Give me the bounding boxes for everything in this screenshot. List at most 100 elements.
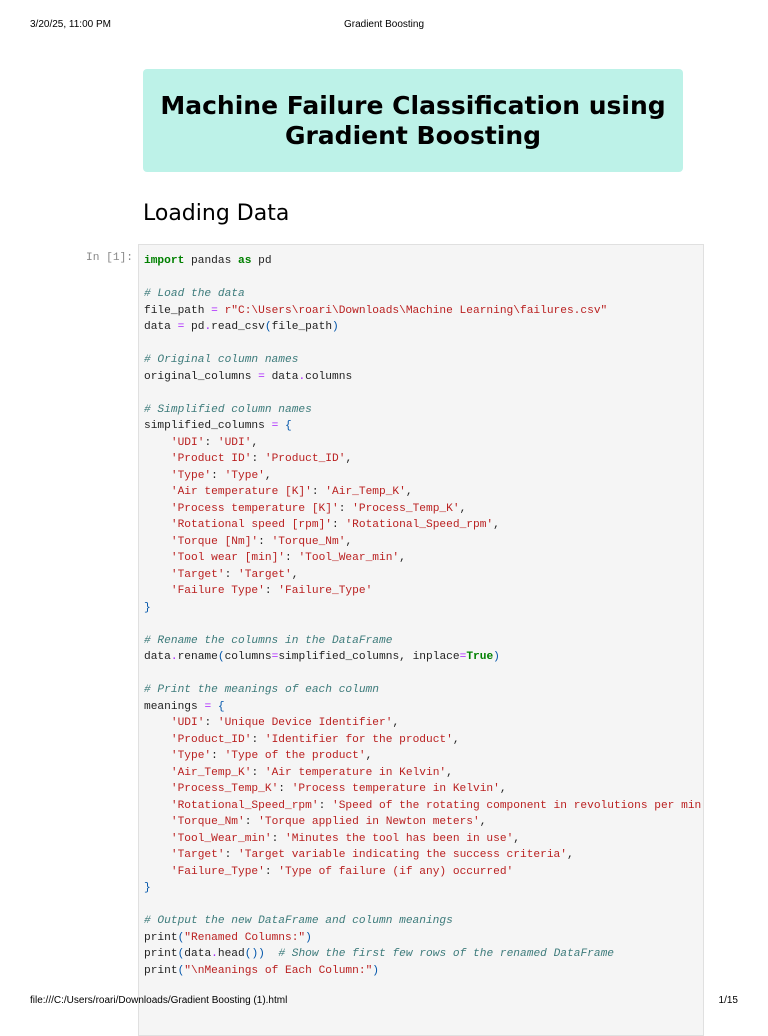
code-string: 'Torque_Nm' <box>170 816 245 828</box>
code-line: 'Process temperature [K]': 'Process_Temp… <box>170 502 467 515</box>
code-string: "\nMeanings of Each Column:" <box>184 964 373 977</box>
code-keyword: import <box>144 255 185 267</box>
code-comment: # Simplified column names <box>144 403 312 416</box>
code-line: 'Air temperature [K]': 'Air_Temp_K', <box>170 486 413 498</box>
code-line: # Output the new DataFrame and column me… <box>144 913 701 930</box>
code-string: 'Target variable indicating the success … <box>238 849 567 861</box>
title-banner: Machine Failure Classification using Gra… <box>143 69 683 172</box>
code-line: import pandas as pd <box>144 255 272 267</box>
title-line-1: Machine Failure Classification using <box>160 90 666 120</box>
code-line: 'Tool wear [min]': 'Tool_Wear_min', <box>170 552 406 564</box>
code-line: 'Air_Temp_K': 'Air temperature in Kelvin… <box>170 766 453 779</box>
code-string: 'Type' <box>224 469 265 482</box>
code-string: 'Process_Temp_K' <box>170 783 279 795</box>
code-string: 'Tool_Wear_min' <box>170 832 272 845</box>
code-line: data.rename(columns=simplified_columns, … <box>144 651 500 663</box>
code-line: # Print the meanings of each column <box>144 682 701 699</box>
code-string: 'Process temperature [K]' <box>170 502 339 515</box>
code-operator: . <box>170 651 178 663</box>
code-comment: # Load the data <box>144 288 245 300</box>
section-heading: Loading Data <box>143 201 290 226</box>
code-bracket: { <box>285 420 292 432</box>
code-line: simplified_columns = { <box>144 420 292 432</box>
code-string: 'Type of failure (if any) occurred' <box>278 865 514 878</box>
code-bracket: ) <box>493 651 500 663</box>
code-bracket: } <box>144 882 151 894</box>
code-bracket: ) <box>332 321 339 333</box>
code-operator: = <box>211 304 218 317</box>
code-string: 'Failure Type' <box>170 585 265 597</box>
code-string: 'Rotational speed [rpm]' <box>170 519 332 531</box>
code-operator: = <box>177 321 185 333</box>
code-line: 'Process_Temp_K': 'Process temperature i… <box>170 783 507 795</box>
code-string: 'Product_ID' <box>264 453 346 465</box>
code-bracket: ( <box>177 948 185 960</box>
code-string: 'Target' <box>170 849 225 861</box>
code-string: 'UDI' <box>217 436 252 449</box>
code-bracket: ( <box>217 651 225 663</box>
code-line: } <box>144 600 701 617</box>
code-string: 'Identifier for the product' <box>264 733 453 746</box>
code-operator: . <box>298 370 306 383</box>
code-line: print("\nMeanings of Each Column:") <box>144 964 379 977</box>
code-line: 'Target': 'Target', <box>170 568 299 581</box>
code-string: "Renamed Columns:" <box>184 931 306 944</box>
code-string: 'Torque applied in Newton meters' <box>258 816 480 828</box>
page-title: Machine Failure Classification using Gra… <box>160 91 665 151</box>
code-bracket: ) <box>372 964 379 977</box>
code-operator: = <box>258 370 265 383</box>
code-string: 'Minutes the tool has been in use' <box>285 832 514 845</box>
code-string: 'Rotational_Speed_rpm' <box>170 799 319 812</box>
code-string: 'Target' <box>170 568 225 581</box>
code-operator: . <box>211 948 218 960</box>
code-line: original_columns = data.columns <box>144 370 353 383</box>
code-line: 'Torque_Nm': 'Torque applied in Newton m… <box>170 816 487 828</box>
code-line: 'Target': 'Target variable indicating th… <box>170 849 574 861</box>
code-bracket: { <box>217 700 225 713</box>
print-title: Gradient Boosting <box>343 19 425 30</box>
cell-prompt: In [1]: <box>86 252 133 264</box>
code-string: 'Air_Temp_K' <box>325 486 406 498</box>
code-string: 'Speed of the rotating component in revo… <box>332 799 702 812</box>
code-comment: # Print the meanings of each column <box>144 684 379 696</box>
code-bracket: ( <box>264 321 272 333</box>
code-string: 'Type' <box>170 469 212 482</box>
code-string: 'Process temperature in Kelvin' <box>291 783 500 795</box>
code-string: 'Torque [Nm]' <box>170 535 259 548</box>
code-string: 'UDI' <box>170 436 205 449</box>
code-bracket: } <box>144 601 151 614</box>
code-line: 'Failure_Type': 'Type of failure (if any… <box>170 865 514 878</box>
print-page-number: 1/15 <box>718 995 738 1006</box>
code-string: 'Air temperature [K]' <box>170 486 312 498</box>
code-string: 'Failure_Type' <box>170 865 265 878</box>
code-string: 'UDI' <box>170 717 205 729</box>
title-line-2: Gradient Boosting <box>284 120 542 150</box>
code-line: 'Type': 'Type', <box>170 469 272 482</box>
code-line: data = pd.read_csv(file_path) <box>144 321 339 333</box>
code-string: 'Rotational_Speed_rpm' <box>345 519 494 531</box>
code-line: file_path = r"C:\Users\roari\Downloads\M… <box>144 304 608 317</box>
code-line: 'Failure Type': 'Failure_Type' <box>170 585 373 597</box>
code-cell[interactable]: import pandas as pd # Load the data file_p… <box>138 244 704 1036</box>
code-operator: = <box>271 651 279 663</box>
code-string: 'Tool_Wear_min' <box>298 552 400 564</box>
code-string: 'Product ID' <box>170 453 252 465</box>
print-file-path: file:///C:/Users/roari/Downloads/Gradien… <box>30 995 288 1006</box>
code-bracket: ) <box>305 931 312 944</box>
code-comment: # Original column names <box>144 354 299 366</box>
code-operator: = <box>204 700 212 713</box>
code-editor[interactable]: import pandas as pd # Load the data file_p… <box>144 253 701 979</box>
code-string: 'Product_ID' <box>170 733 252 746</box>
code-string: 'Unique Device Identifier' <box>217 717 393 729</box>
code-comment: # Rename the columns in the DataFrame <box>144 634 393 647</box>
code-string: 'Process_Temp_K' <box>352 502 460 515</box>
code-line: 'Torque [Nm]': 'Torque_Nm', <box>170 535 353 548</box>
code-line: 'UDI': 'UDI', <box>170 436 259 449</box>
code-string: 'Type of the product' <box>224 750 366 762</box>
code-line: 'Product ID': 'Product_ID', <box>170 453 353 465</box>
